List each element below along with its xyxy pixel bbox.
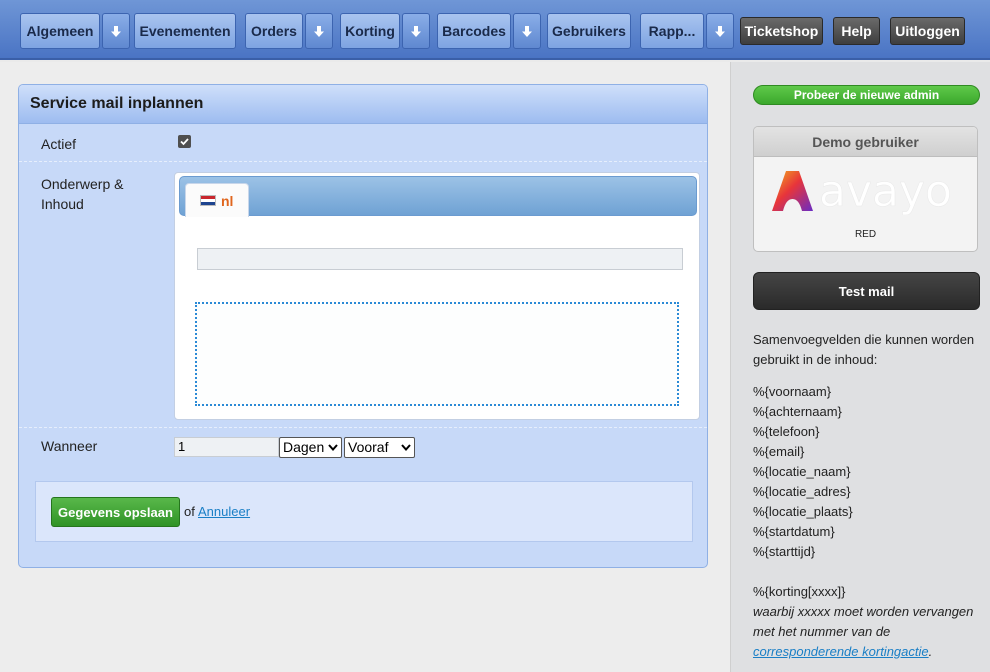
merge-intro-line: gebruikt in de inhoud: (753, 352, 878, 367)
korting-link-line: corresponderende kortingactie. (753, 642, 983, 662)
wanneer-label: Wanneer (41, 438, 98, 454)
korting-note-line: waarbij xxxxx moet worden vervangen (753, 604, 974, 619)
nav-group-korting: Korting (340, 13, 430, 49)
demo-user-box: Demo gebruiker avayo RED (753, 126, 978, 252)
try-new-admin-button[interactable]: Probeer de nieuwe admin (753, 85, 980, 105)
nav-group-help: Help (833, 13, 880, 49)
row-divider (19, 427, 707, 428)
arrow-down-icon (314, 25, 324, 37)
nav-group-orders: Orders (245, 13, 333, 49)
dutch-flag-icon (200, 195, 216, 206)
onderwerp-label: Onderwerp & Inhoud (41, 174, 123, 214)
nav-orders-dropdown[interactable] (305, 13, 333, 49)
language-tabs-bar: nl (179, 176, 697, 217)
merge-field: %{startdatum} (753, 524, 835, 539)
timing-select[interactable]: Vooraf (344, 437, 415, 458)
nav-group-rapp: Rapp... (640, 13, 734, 49)
onderwerp-label-line2: Inhoud (41, 196, 84, 212)
cancel-link[interactable]: Annuleer (198, 504, 250, 519)
top-navigation: Algemeen Evenementen Orders Korting Barc… (0, 0, 990, 60)
actief-label: Actief (41, 136, 77, 152)
nav-orders[interactable]: Orders (245, 13, 303, 49)
chevron-down-icon (401, 444, 411, 451)
korting-end: . (928, 644, 933, 659)
arrow-down-icon (522, 25, 532, 37)
unit-select[interactable]: Dagen (279, 437, 342, 458)
unit-select-value: Dagen (283, 439, 325, 455)
nav-rapportages-dropdown[interactable] (706, 13, 734, 49)
nav-group-uitloggen: Uitloggen (890, 13, 965, 49)
onderwerp-label-line1: Onderwerp & (41, 176, 124, 192)
merge-fields-list: %{voornaam} %{achternaam} %{telefoon} %{… (753, 382, 983, 562)
wanneer-amount-input[interactable]: 1 (174, 437, 279, 457)
arrow-down-icon (411, 25, 421, 37)
merge-intro-line: Samenvoegvelden die kunnen worden (753, 332, 975, 347)
chevron-down-icon (328, 444, 338, 451)
nav-group-algemeen: Algemeen (20, 13, 130, 49)
arrow-down-icon (715, 25, 725, 37)
nav-gebruikers[interactable]: Gebruikers (547, 13, 631, 49)
logout-button[interactable]: Uitloggen (890, 17, 965, 45)
nav-rapportages[interactable]: Rapp... (640, 13, 704, 49)
merge-field: %{locatie_plaats} (753, 504, 853, 519)
save-button[interactable]: Gegevens opslaan (51, 497, 180, 527)
help-button[interactable]: Help (833, 17, 880, 45)
ticketshop-button[interactable]: Ticketshop (740, 17, 823, 45)
tab-language-label: nl (221, 192, 234, 209)
or-text: of (184, 504, 195, 519)
tab-language-nl[interactable]: nl (185, 183, 249, 217)
arrow-down-icon (111, 25, 121, 37)
panel-title: Service mail inplannen (19, 85, 707, 124)
nav-group-barcodes: Barcodes (437, 13, 541, 49)
nav-group-ticketshop: Ticketshop (740, 13, 823, 49)
nav-evenementen[interactable]: Evenementen (134, 13, 236, 49)
nav-korting-dropdown[interactable] (402, 13, 430, 49)
timing-select-value: Vooraf (348, 439, 389, 455)
korting-field-info: %{korting[xxxx]} waarbij xxxxx moet word… (753, 582, 983, 662)
nav-algemeen[interactable]: Algemeen (20, 13, 100, 49)
content-textarea[interactable] (195, 302, 679, 406)
form-actions: Gegevens opslaan of Annuleer (35, 481, 693, 542)
merge-fields-intro: Samenvoegvelden die kunnen worden gebrui… (753, 330, 983, 370)
korting-action-link[interactable]: corresponderende kortingactie (753, 644, 929, 659)
nav-algemeen-dropdown[interactable] (102, 13, 130, 49)
nav-korting[interactable]: Korting (340, 13, 400, 49)
actief-checkbox[interactable] (178, 135, 191, 148)
checkmark-icon (180, 138, 189, 146)
row-divider (19, 161, 707, 162)
merge-field: %{locatie_naam} (753, 464, 851, 479)
brand-text: avayo (819, 167, 952, 215)
merge-field: %{email} (753, 444, 805, 459)
avayo-logo: avayo (769, 166, 964, 218)
nav-group-evenementen: Evenementen (134, 13, 236, 49)
content-editor: nl (174, 172, 700, 420)
merge-field: %{locatie_adres} (753, 484, 851, 499)
nav-group-gebruikers: Gebruikers (547, 13, 631, 49)
subject-input[interactable] (197, 248, 683, 270)
korting-field: %{korting[xxxx]} (753, 584, 846, 599)
service-mail-panel: Service mail inplannen Actief Onderwerp … (18, 84, 708, 568)
nav-barcodes-dropdown[interactable] (513, 13, 541, 49)
merge-field: %{telefoon} (753, 424, 820, 439)
test-mail-button[interactable]: Test mail (753, 272, 980, 310)
demo-user-title: Demo gebruiker (754, 127, 977, 157)
korting-note-line: met het nummer van de (753, 624, 891, 639)
merge-field: %{voornaam} (753, 384, 832, 399)
demo-user-subtitle: RED (854, 229, 877, 240)
merge-field: %{achternaam} (753, 404, 842, 419)
merge-field: %{starttijd} (753, 544, 816, 559)
nav-barcodes[interactable]: Barcodes (437, 13, 511, 49)
